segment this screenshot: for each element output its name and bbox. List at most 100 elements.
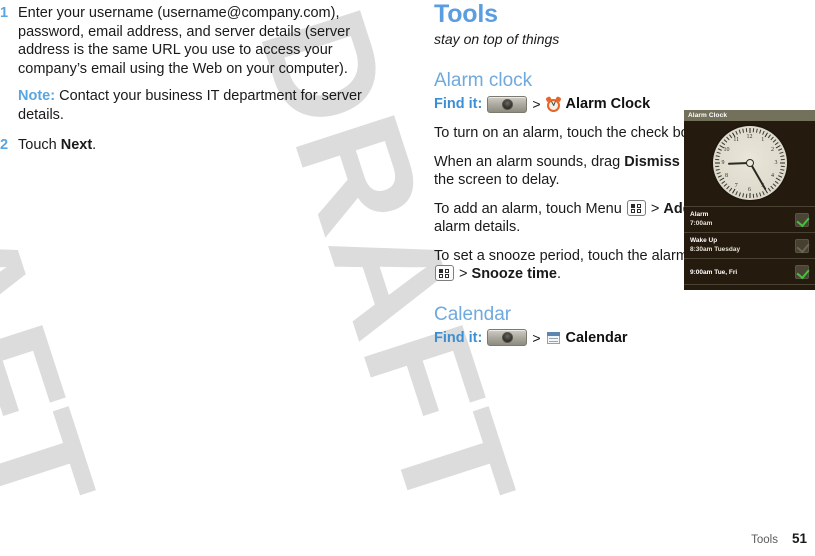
page-subtitle: stay on top of things	[434, 31, 560, 47]
footer-section-label: Tools	[751, 534, 778, 546]
alarm-list-item[interactable]: 9:00am Tue, Fri	[684, 258, 815, 284]
menu-dot-4	[445, 274, 449, 278]
left-column: 1 Enter your username (username@company.…	[0, 4, 392, 167]
clock-tick	[780, 165, 785, 168]
clock-numeral: 8	[725, 173, 729, 180]
clock-tick	[755, 128, 758, 133]
clock-tick	[715, 168, 720, 171]
alarm-time: 7:00am	[690, 220, 713, 227]
alarm-time: 8:30am Tuesday	[690, 246, 741, 253]
clock-tick	[758, 129, 761, 134]
alarm-para-3-pre: To add an alarm, touch Menu	[434, 200, 626, 217]
clock-tick	[767, 187, 771, 192]
clock-tick	[715, 155, 720, 158]
clock-tick	[767, 134, 771, 139]
clock-tick	[769, 136, 774, 141]
step-body: Touch Next.	[18, 136, 392, 165]
clock-tick	[734, 130, 738, 135]
step-body: Enter your username (username@company.co…	[18, 4, 392, 134]
clock-tick	[774, 180, 779, 184]
clock-tick	[734, 191, 738, 196]
clock-numeral: 4	[770, 173, 774, 180]
clock-tick	[752, 193, 754, 198]
alarm-para-4-mid: >	[455, 266, 472, 282]
checkmark-icon	[796, 265, 810, 280]
clock-tick	[769, 185, 774, 190]
clock-tick	[778, 151, 783, 154]
clock-tick	[774, 142, 779, 146]
manual-page: DRAFT DRAFT 1 Enter your username (usern…	[0, 0, 815, 556]
menu-dot-1	[630, 203, 635, 208]
clock-tick	[714, 162, 720, 164]
menu-key-icon[interactable]	[435, 265, 454, 281]
section-heading-calendar: Calendar	[434, 303, 512, 325]
clock-tick	[717, 175, 722, 178]
alarm-para-3-mid: >	[646, 200, 664, 217]
alarm-name: Alarm	[690, 211, 709, 218]
note-text: Contact your business IT department for …	[18, 88, 362, 123]
clock-numeral: 3	[774, 160, 778, 166]
clock-tick	[725, 185, 730, 190]
clock-tick	[745, 193, 747, 198]
alarm-name: Wake Up	[690, 237, 718, 244]
clock-tick	[777, 175, 782, 178]
alarm-para-2-pre: When an alarm sounds, drag	[434, 153, 625, 170]
clock-tick	[720, 180, 725, 184]
step-1: 1 Enter your username (username@company.…	[0, 4, 392, 134]
clock-tick	[720, 142, 725, 146]
clock-tick	[728, 134, 732, 139]
alarm-time: 9:00am Tue, Fri	[690, 269, 738, 276]
clock-numeral: 1	[761, 137, 765, 144]
clock-tick	[749, 128, 750, 133]
analog-clock-area: 121234567891011	[684, 121, 815, 206]
step-1-text: Enter your username (username@company.co…	[18, 5, 351, 77]
step-2-prefix: Touch	[18, 137, 61, 153]
clock-numeral: 11	[733, 137, 740, 144]
step-2-bold: Next	[60, 137, 93, 153]
checkmark-icon	[796, 213, 810, 228]
app-drawer-key-icon[interactable]	[487, 95, 528, 113]
clock-tick	[723, 139, 727, 143]
find-it-separator: >	[532, 329, 541, 346]
clock-tick	[761, 191, 765, 196]
menu-dot-2	[636, 203, 641, 208]
clock-tick	[725, 136, 730, 141]
section-heading-alarm-clock: Alarm clock	[434, 70, 533, 91]
clock-tick	[741, 193, 744, 198]
clock-tick	[761, 130, 765, 135]
clock-tick	[779, 155, 784, 158]
clock-tick	[772, 139, 776, 143]
clock-tick	[777, 148, 782, 151]
alarm-checkbox[interactable]	[795, 265, 810, 280]
clock-tick	[752, 128, 754, 133]
clock-tick	[758, 192, 761, 197]
app-drawer-dot	[501, 98, 513, 110]
clock-tick	[717, 148, 722, 151]
clock-numeral: 9	[721, 160, 725, 166]
find-it-separator: >	[532, 96, 541, 112]
clock-tick	[775, 145, 781, 149]
clock-numeral: 10	[723, 146, 730, 153]
menu-key-icon[interactable]	[626, 199, 646, 216]
clock-tick	[778, 172, 783, 175]
menu-dot-1	[439, 269, 443, 273]
app-drawer-key-icon[interactable]	[487, 329, 528, 346]
alarm-list-item[interactable]: Alarm 7:00am	[684, 206, 815, 232]
app-drawer-dot	[501, 332, 513, 343]
menu-dot-4	[636, 208, 641, 213]
alarm-para-2-bold: Dismiss	[624, 153, 680, 170]
find-it-calendar: Find it: > Calendar	[434, 329, 815, 347]
find-it-destination[interactable]: Alarm Clock	[566, 95, 651, 113]
calendar-line-1	[548, 338, 558, 339]
step-2-suffix: .	[92, 137, 97, 153]
calendar-icon	[546, 330, 561, 345]
alarm-list-item[interactable]: Wake Up 8:30am Tuesday	[684, 232, 815, 258]
alarm-checkbox[interactable]	[795, 213, 810, 228]
footer-page-number: 51	[791, 531, 807, 546]
clock-tick	[716, 172, 721, 175]
find-it-destination[interactable]: Calendar	[566, 329, 628, 347]
calendar-line-2	[548, 341, 558, 342]
clock-numeral: 6	[748, 186, 751, 193]
clock-numeral: 2	[770, 146, 774, 153]
alarm-checkbox[interactable]	[795, 239, 810, 254]
